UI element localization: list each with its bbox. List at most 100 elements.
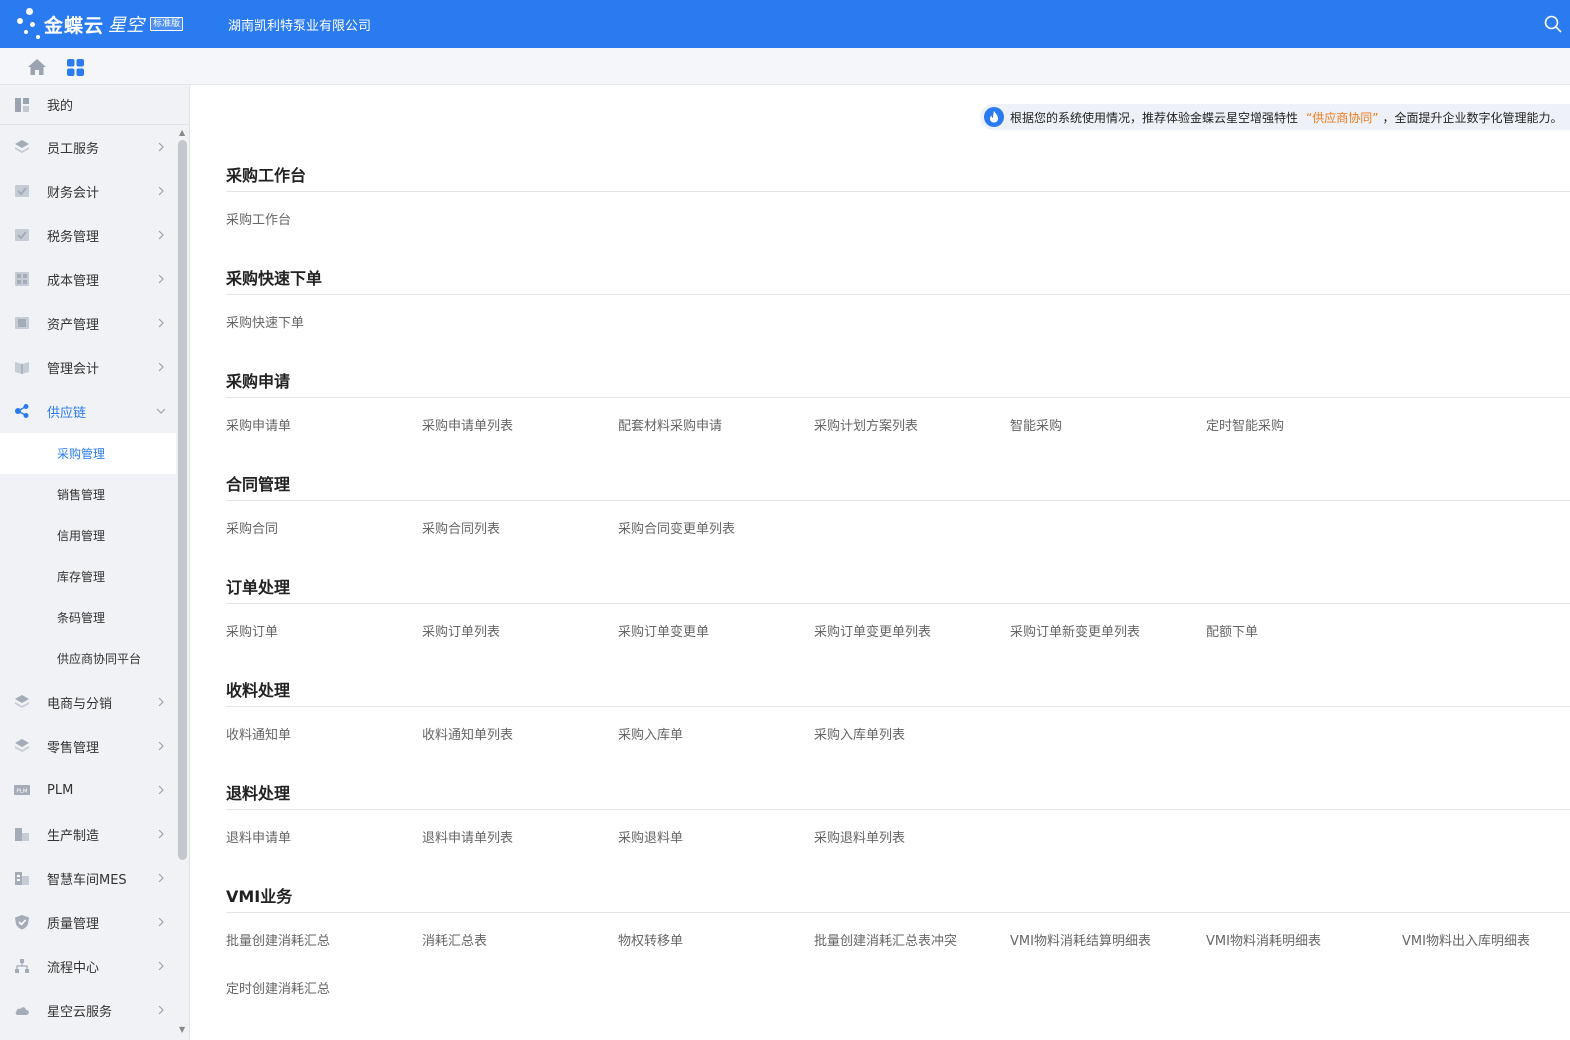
main-content: 采购工作台 采购工作台 采购快速下单 采购快速下单 采购申请 采购申请单 采购申请… [190, 85, 1570, 1040]
menu-link[interactable]: 采购申请单列表 [422, 415, 513, 434]
menu-link[interactable]: 收料通知单 [226, 724, 291, 743]
menu-link[interactable]: 采购订单列表 [422, 621, 500, 640]
menu-link[interactable]: 采购计划方案列表 [814, 415, 918, 434]
recommendation-notice[interactable]: 根据您的系统使用情况，推荐体验金蝶云星空增强特性 “供应商协同” ，全面提升企业… [980, 104, 1570, 130]
chevron-right-icon [158, 917, 164, 927]
sidebar-subitem-1[interactable]: 销售管理 [0, 474, 176, 515]
scroll-up-icon[interactable]: ▲ [179, 128, 185, 137]
tax-icon [15, 229, 29, 241]
supply-chain-icon [15, 404, 29, 418]
menu-link[interactable]: 采购申请单 [226, 415, 291, 434]
menu-link[interactable]: VMI物料消耗结算明细表 [1010, 930, 1151, 949]
sidebar-item-after-3[interactable]: 生产制造 [0, 812, 176, 856]
logo[interactable]: 金蝶云 星空 标准版 [14, 6, 184, 42]
apps-grid-icon[interactable] [67, 59, 84, 76]
menu-link[interactable]: 采购入库单 [618, 724, 683, 743]
sidebar-item-1[interactable]: 财务会计 [0, 169, 176, 213]
sidebar-item-3[interactable]: 成本管理 [0, 257, 176, 301]
menu-link[interactable]: 采购订单变更单列表 [814, 621, 931, 640]
menu-link[interactable]: 配额下单 [1206, 621, 1258, 640]
sidebar-subitem-label: 条码管理 [57, 611, 106, 625]
menu-link[interactable]: 批量创建消耗汇总表冲突 [814, 930, 957, 949]
section-divider [226, 397, 1570, 398]
menu-link[interactable]: 退料申请单列表 [422, 827, 513, 846]
logo-mark-icon [14, 6, 42, 42]
sidebar-item-after-4[interactable]: 智慧车间MES [0, 856, 176, 900]
menu-link[interactable]: 采购订单 [226, 621, 278, 640]
sidebar-item-label: PLM [47, 782, 74, 798]
sidebar-item-label: 零售管理 [47, 740, 100, 756]
ledger-icon [15, 185, 29, 197]
dashboard-icon [15, 98, 29, 112]
menu-link[interactable]: 采购退料单列表 [814, 827, 905, 846]
chevron-right-icon [158, 697, 164, 707]
notice-highlight-link[interactable]: “供应商协同” [1306, 109, 1378, 126]
sidebar-item-label: 管理会计 [47, 361, 100, 377]
scroll-down-icon[interactable]: ▼ [179, 1025, 185, 1034]
menu-link[interactable]: 采购订单新变更单列表 [1010, 621, 1140, 640]
sidebar-item-2[interactable]: 税务管理 [0, 213, 176, 257]
sidebar-item-label: 电商与分销 [47, 696, 113, 712]
company-name[interactable]: 湖南凯利特泵业有限公司 [228, 15, 371, 34]
flow-icon [15, 959, 29, 973]
sidebar-subitem-label: 信用管理 [57, 529, 106, 543]
sidebar-item-label: 资产管理 [47, 317, 100, 333]
cloud-icon [15, 1007, 29, 1015]
sidebar-item-5[interactable]: 管理会计 [0, 345, 176, 389]
sidebar-subitem-0[interactable]: 采购管理 [0, 433, 176, 474]
edition-badge: 标准版 [150, 17, 184, 31]
sidebar-item-6[interactable]: 供应链 [0, 389, 176, 433]
home-icon[interactable] [27, 58, 47, 76]
sidebar-subitem-label: 库存管理 [57, 570, 106, 584]
notice-text: 根据您的系统使用情况，推荐体验金蝶云星空增强特性 [1010, 110, 1299, 125]
sidebar-item-after-6[interactable]: 流程中心 [0, 944, 176, 988]
flame-icon [984, 107, 1004, 127]
menu-link[interactable]: 采购工作台 [226, 209, 291, 228]
sidebar-subitem-5[interactable]: 供应商协同平台 [0, 638, 176, 679]
sidebar-item-after-5[interactable]: 质量管理 [0, 900, 176, 944]
menu-link[interactable]: 采购入库单列表 [814, 724, 905, 743]
sidebar-item-label: 供应链 [47, 405, 87, 421]
chevron-right-icon [158, 318, 164, 328]
menu-link[interactable]: 消耗汇总表 [422, 930, 487, 949]
section-divider [226, 706, 1570, 707]
sidebar-subitem-label: 采购管理 [57, 447, 106, 461]
tab-bar [0, 48, 1570, 85]
sidebar-item-after-2[interactable]: PLM PLM [0, 768, 176, 812]
menu-link[interactable]: 采购快速下单 [226, 312, 304, 331]
sidebar-item-label: 财务会计 [47, 185, 100, 201]
chevron-right-icon [158, 873, 164, 883]
menu-link[interactable]: 智能采购 [1010, 415, 1062, 434]
sidebar-item-4[interactable]: 资产管理 [0, 301, 176, 345]
sidebar-item-my[interactable]: 我的 [0, 85, 189, 125]
menu-link[interactable]: 定时创建消耗汇总 [226, 978, 330, 997]
sidebar-item-0[interactable]: 员工服务 [0, 125, 176, 169]
sidebar-scroll-thumb[interactable] [178, 140, 187, 860]
menu-link[interactable]: 物权转移单 [618, 930, 683, 949]
sidebar-subitem-3[interactable]: 库存管理 [0, 556, 176, 597]
sidebar-item-label: 生产制造 [47, 828, 100, 844]
search-icon[interactable] [1544, 15, 1562, 33]
menu-link[interactable]: 定时智能采购 [1206, 415, 1284, 434]
chevron-right-icon [158, 1005, 164, 1015]
menu-link[interactable]: 采购退料单 [618, 827, 683, 846]
menu-link[interactable]: 配套材料采购申请 [618, 415, 722, 434]
sidebar-item-after-0[interactable]: 电商与分销 [0, 680, 176, 724]
menu-link[interactable]: 批量创建消耗汇总 [226, 930, 330, 949]
menu-link[interactable]: VMI物料出入库明细表 [1402, 930, 1530, 949]
menu-link[interactable]: 收料通知单列表 [422, 724, 513, 743]
shield-icon [15, 915, 29, 930]
sidebar-subitem-2[interactable]: 信用管理 [0, 515, 176, 556]
menu-link[interactable]: 采购合同 [226, 518, 278, 537]
menu-link[interactable]: 采购合同变更单列表 [618, 518, 735, 537]
menu-link[interactable]: VMI物料消耗明细表 [1206, 930, 1321, 949]
sidebar-item-after-1[interactable]: 零售管理 [0, 724, 176, 768]
sidebar-item-after-7[interactable]: 星空云服务 [0, 988, 176, 1032]
sidebar-item-label: 我的 [47, 99, 74, 114]
layers-icon [15, 140, 29, 153]
sidebar-subitem-4[interactable]: 条码管理 [0, 597, 176, 638]
section-divider [226, 809, 1570, 810]
menu-link[interactable]: 采购订单变更单 [618, 621, 709, 640]
menu-link[interactable]: 采购合同列表 [422, 518, 500, 537]
menu-link[interactable]: 退料申请单 [226, 827, 291, 846]
